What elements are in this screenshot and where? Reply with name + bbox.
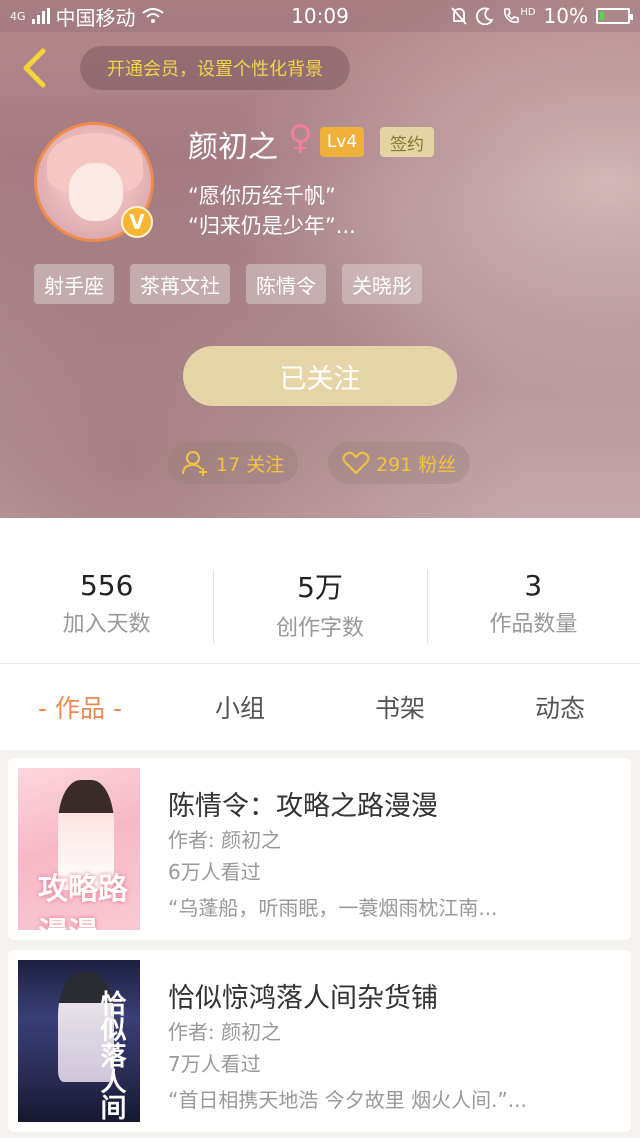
work-cover: 攻略路漫漫 (18, 768, 140, 930)
following-count-button[interactable]: 17 关注 (168, 442, 299, 484)
stat-word-count: 5万 创作字数 (213, 518, 426, 663)
back-button[interactable] (14, 46, 54, 90)
battery-percent: 10% (543, 4, 588, 28)
work-author: 作者: 颜初之 (168, 1020, 282, 1044)
work-title: 恰似惊鸿落人间杂货铺 (168, 983, 438, 1014)
stat-value: 5万 (297, 570, 343, 604)
carrier-name: 中国移动 (55, 5, 136, 30)
tab-activity[interactable]: 动态 (480, 664, 640, 750)
username: 颜初之 (188, 130, 278, 165)
stat-join-days: 556 加入天数 (0, 518, 213, 663)
heart-icon (342, 451, 370, 474)
status-bar: 4G 中国移动 10:09 HD 10% (0, 0, 640, 32)
work-views: 7万人看过 (168, 1052, 261, 1076)
tab-works[interactable]: - 作品 - (0, 664, 160, 750)
tag-item[interactable]: 射手座 (34, 264, 114, 304)
work-title: 陈情令：攻略之路漫漫 (168, 791, 438, 822)
works-list: 攻略路漫漫 陈情令：攻略之路漫漫 作者: 颜初之 6万人看过 “乌蓬船，听雨眠，… (8, 758, 631, 1138)
work-cover: 恰似落人间 (18, 960, 140, 1122)
wifi-icon (141, 8, 164, 23)
profile-header: 4G 中国移动 10:09 HD 10% 开通会员，设置个性化背景 V 颜初之 … (0, 0, 640, 518)
work-card[interactable]: 恰似落人间 恰似惊鸿落人间杂货铺 作者: 颜初之 7万人看过 “首日相携天地浩 … (8, 950, 631, 1132)
stat-value: 556 (79, 569, 134, 602)
battery-icon (596, 8, 633, 24)
female-icon: ♀ (288, 118, 313, 158)
stat-works-count: 3 作品数量 (426, 518, 640, 663)
call-icon: HD (502, 7, 536, 25)
hd-label: HD (520, 7, 536, 18)
stats-bar: 556 加入天数 5万 创作字数 3 作品数量 (0, 518, 640, 664)
chevron-left-icon (23, 48, 46, 88)
work-card[interactable]: 攻略路漫漫 陈情令：攻略之路漫漫 作者: 颜初之 6万人看过 “乌蓬船，听雨眠，… (8, 758, 631, 940)
bell-off-icon (451, 7, 467, 25)
verified-badge-icon: V (121, 206, 153, 238)
motto-line-1: “愿你历经千帆” (188, 184, 336, 208)
following-count-label: 17 关注 (216, 453, 285, 476)
fans-count-label: 291 粉丝 (376, 453, 457, 476)
tag-list: 射手座 茶苒文社 陈情令 关晓彤 (34, 264, 422, 304)
follow-button[interactable]: 已关注 (183, 346, 457, 406)
signed-badge: 签约 (380, 127, 434, 157)
work-author: 作者: 颜初之 (168, 828, 282, 852)
cover-title-art: 攻略路漫漫 (38, 872, 128, 930)
motto-line-2: “归来仍是少年”... (188, 214, 356, 238)
profile-tabs: - 作品 - 小组 书架 动态 (0, 664, 640, 750)
add-user-icon (182, 451, 207, 476)
work-views: 6万人看过 (168, 860, 261, 884)
stat-label: 加入天数 (62, 612, 151, 637)
work-excerpt: “首日相携天地浩 今夕故里 烟火人间.”... (168, 1088, 527, 1112)
stat-label: 创作字数 (275, 615, 364, 641)
stat-label: 作品数量 (489, 612, 578, 637)
avatar-face (69, 163, 123, 221)
tag-item[interactable]: 陈情令 (246, 264, 326, 304)
tag-item[interactable]: 茶苒文社 (130, 264, 230, 304)
tab-groups[interactable]: 小组 (160, 664, 320, 750)
vip-banner-button[interactable]: 开通会员，设置个性化背景 (80, 46, 350, 90)
clock: 10:09 (291, 4, 349, 28)
cover-title-art: 恰似落人间 (96, 990, 126, 1120)
work-excerpt: “乌蓬船，听雨眠，一蓑烟雨枕江南... (168, 896, 498, 920)
tag-item[interactable]: 关晓彤 (342, 264, 422, 304)
signal-icon (31, 8, 50, 24)
stat-value: 3 (524, 569, 543, 602)
network-type: 4G (10, 9, 26, 23)
moon-icon (476, 7, 494, 25)
fans-count-button[interactable]: 291 粉丝 (328, 442, 471, 484)
tab-bookshelf[interactable]: 书架 (320, 664, 480, 750)
level-badge: Lv4 (320, 127, 364, 157)
